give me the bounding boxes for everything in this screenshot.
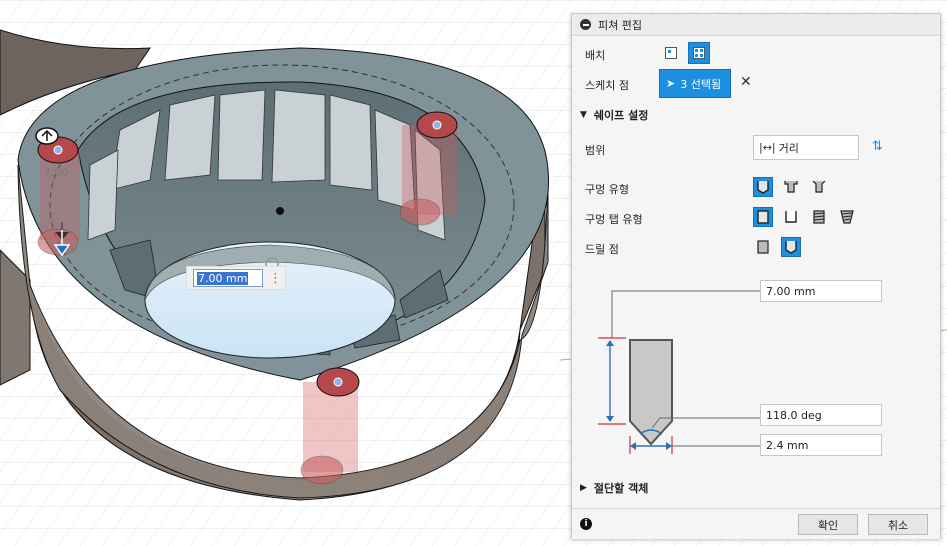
placement-label: 배치: [585, 49, 606, 62]
extent-value: 거리: [778, 141, 799, 155]
tap-taper-icon: [840, 210, 854, 224]
depth-dimension-input[interactable]: 7.00 mm: [193, 269, 263, 287]
depth-input[interactable]: 7.00 mm: [760, 280, 882, 302]
countersink-hole-icon: [812, 180, 826, 193]
tap-type-tapped-button[interactable]: [809, 207, 829, 227]
extent-label: 범위: [585, 144, 606, 157]
tap-type-clearance-button[interactable]: [781, 207, 801, 227]
flat-drill-icon: [757, 240, 769, 254]
placement-multiple-button[interactable]: [688, 42, 710, 64]
multiple-points-icon: [693, 47, 705, 59]
panel-header: 피쳐 편집: [572, 14, 940, 36]
extent-dropdown[interactable]: |↔| 거리: [753, 135, 859, 160]
distance-arrows-icon: |↔|: [759, 141, 776, 154]
ok-button[interactable]: 확인: [798, 514, 858, 535]
diameter-value: 2.4 mm: [766, 438, 809, 452]
depth-leader-line: [611, 290, 760, 338]
hole-type-counterbore-button[interactable]: [781, 177, 801, 197]
angle-value: 118.0 deg: [766, 408, 822, 422]
tap-type-taper-button[interactable]: [837, 207, 857, 227]
drill-point-angled-button[interactable]: [781, 237, 801, 257]
tap-simple-icon: [757, 210, 769, 224]
rotate-manipulator-icon[interactable]: [35, 127, 59, 145]
diameter-input[interactable]: 2.4 mm: [760, 434, 882, 456]
hole-marker-left[interactable]: [37, 136, 80, 256]
more-options-icon[interactable]: ⋮: [269, 272, 282, 285]
sketch-points-selection-button[interactable]: ➤ 3 선택됨: [659, 69, 731, 98]
tap-threaded-icon: [813, 210, 825, 224]
depth-dimension-text: 7.00 mm: [197, 271, 249, 285]
center-point: [276, 207, 284, 215]
drill-point-flat-button[interactable]: [753, 237, 773, 257]
tap-clearance-icon: [785, 211, 797, 223]
depth-value: 7.00 mm: [766, 284, 816, 298]
tap-type-simple-button[interactable]: [753, 207, 773, 227]
clear-selection-x-icon[interactable]: ✕: [740, 74, 752, 90]
hole-type-countersink-button[interactable]: [809, 177, 829, 197]
sketch-points-label: 스케치 점: [585, 79, 629, 92]
drill-point-label: 드릴 점: [585, 243, 619, 256]
objects-to-cut-section[interactable]: ▶ 절단할 객체: [580, 480, 648, 496]
collapse-circle-icon[interactable]: [580, 19, 591, 30]
panel-footer: i 확인 취소: [572, 508, 940, 539]
ghost-dimension-label: 7.00: [44, 166, 69, 179]
shape-settings-label: 쉐이프 설정: [593, 109, 649, 122]
cursor-arrow-icon: ➤: [666, 77, 676, 90]
panel-title: 피쳐 편집: [598, 18, 642, 32]
info-icon[interactable]: i: [580, 518, 592, 530]
cancel-button[interactable]: 취소: [868, 514, 928, 535]
drill-shape: [629, 339, 673, 446]
placement-single-button[interactable]: [660, 42, 682, 64]
simple-hole-icon: [757, 181, 769, 194]
hole-tap-type-label: 구멍 탭 유형: [585, 213, 643, 226]
hole-diagram: [598, 290, 760, 454]
hole-marker-right[interactable]: [399, 111, 458, 226]
objects-to-cut-label: 절단할 객체: [593, 482, 649, 495]
edit-feature-panel: 피쳐 편집 배치 스케치 점 ➤ 3 선택됨 ✕ ▼ 쉐이프 설정 범위 |↔|…: [571, 13, 941, 539]
flip-direction-icon[interactable]: ⇅: [872, 139, 883, 154]
hole-type-simple-button[interactable]: [753, 177, 773, 197]
sketch-points-value: 3 선택됨: [680, 77, 722, 91]
counterbore-hole-icon: [784, 181, 798, 193]
hole-marker-front[interactable]: [300, 367, 360, 485]
angled-drill-icon: [785, 241, 797, 254]
single-point-icon: [665, 47, 677, 59]
angle-input[interactable]: 118.0 deg: [760, 404, 882, 426]
hole-type-label: 구멍 유형: [585, 183, 629, 196]
shape-settings-section[interactable]: ▼ 쉐이프 설정: [580, 107, 648, 123]
dimension-input-box: 7.00 mm ⋮: [186, 266, 286, 290]
collapsed-triangle-icon: ▶: [580, 483, 587, 493]
expanded-triangle-icon: ▼: [580, 110, 587, 120]
